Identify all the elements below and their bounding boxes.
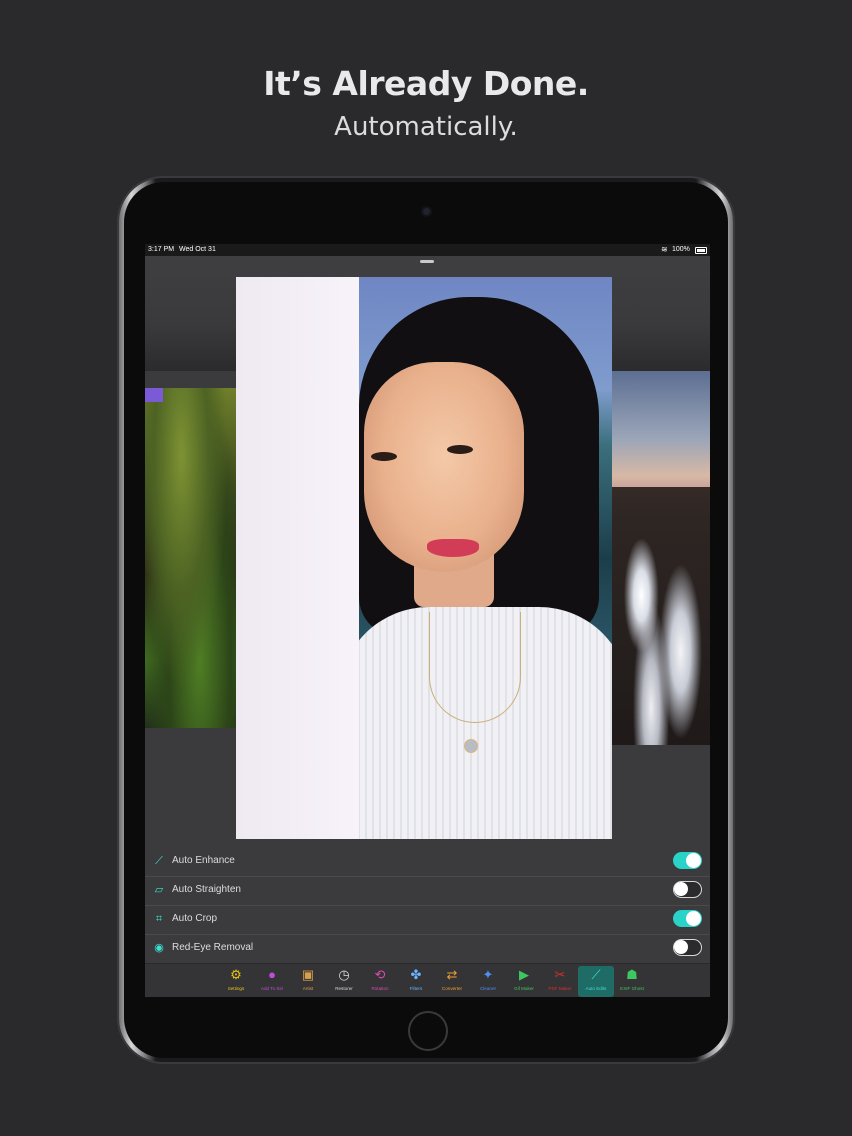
tool-add-to-siri[interactable]: ● Add To Siri: [254, 966, 290, 997]
auto-edit-options: ⟋ Auto Enhance ▱ Auto Straighten ⌗ Auto Crop ◉…: [145, 847, 710, 964]
toggle-knob: [674, 940, 688, 954]
option-toggle[interactable]: [673, 852, 702, 869]
tool-label: Restorer: [335, 986, 353, 991]
option-label: Auto Crop: [172, 913, 218, 924]
toggle-knob: [686, 853, 701, 868]
status-date: Wed Oct 31: [179, 246, 216, 253]
status-time: 3:17 PM: [148, 246, 175, 253]
tool-label: Rotation: [371, 986, 389, 991]
home-button[interactable]: [408, 1011, 448, 1051]
app-screen: 3:17 PM Wed Oct 31 ≋ 100% ⟋ Auto Enhance ▱…: [145, 244, 710, 997]
pdf-icon: ✂: [554, 967, 566, 982]
filters-icon: ✤: [410, 967, 422, 982]
tool-restorer[interactable]: ◷ Restorer: [326, 966, 362, 997]
tool-bar: ⚙ Settings ● Add To Siri ▣ Artist ◷ Restorer ⟲ Ro…: [145, 963, 710, 997]
tool-label: Settings: [227, 986, 245, 991]
tool-pdf-maker[interactable]: ✂ PDF Maker: [542, 966, 578, 997]
option-toggle[interactable]: [673, 939, 702, 956]
option-row: ⟋ Auto Enhance: [145, 847, 710, 877]
option-label: Auto Enhance: [172, 855, 235, 866]
front-camera: [423, 208, 430, 215]
magic-wand-icon: ⟋: [155, 855, 163, 867]
tool-gif-maker[interactable]: ▶ Gif Maker: [506, 966, 542, 997]
battery-icon: [695, 247, 707, 254]
headline: It’s Already Done.: [263, 64, 589, 103]
option-row: ⌗ Auto Crop: [145, 905, 710, 935]
tool-label: Add To Siri: [260, 986, 284, 991]
battery-percent: 100%: [672, 246, 690, 253]
tool-label: Cleaner: [479, 986, 497, 991]
toggle-knob: [686, 911, 701, 926]
clock-icon: ◷: [338, 967, 350, 982]
artist-icon: ▣: [301, 967, 315, 982]
straighten-icon: ▱: [154, 884, 164, 896]
wifi-icon: ≋: [661, 245, 668, 254]
sheet-grabber[interactable]: [420, 260, 434, 263]
option-toggle[interactable]: [673, 910, 702, 927]
toggle-knob: [674, 882, 688, 896]
tool-artist[interactable]: ▣ Artist: [290, 966, 326, 997]
photo-preview[interactable]: [236, 277, 612, 839]
ghost-icon: ☗: [626, 967, 638, 982]
tool-auto-edits[interactable]: ⟋ Auto Edits: [578, 966, 614, 997]
photo-carousel-prev[interactable]: [145, 388, 236, 728]
option-label: Red-Eye Removal: [172, 942, 254, 953]
tool-exif-ghost[interactable]: ☗ EXIF Ghost: [614, 966, 650, 997]
tool-filters[interactable]: ✤ Filters: [398, 966, 434, 997]
tool-cleaner[interactable]: ✦ Cleaner: [470, 966, 506, 997]
crop-icon: ⌗: [155, 913, 163, 925]
option-row: ▱ Auto Straighten: [145, 876, 710, 906]
tool-converter[interactable]: ⇄ Converter: [434, 966, 470, 997]
gif-icon: ▶: [519, 967, 529, 982]
cleaner-icon: ✦: [482, 967, 494, 982]
converter-icon: ⇄: [446, 967, 458, 982]
magic-wand-icon: ⟋: [591, 967, 601, 982]
tool-label: Auto Edits: [585, 986, 607, 991]
photo-crop-margin: [236, 277, 359, 839]
option-row: ◉ Red-Eye Removal: [145, 934, 710, 964]
tool-settings[interactable]: ⚙ Settings: [218, 966, 254, 997]
tool-label: Converter: [441, 986, 463, 991]
tool-label: Gif Maker: [514, 986, 534, 991]
tool-label: PDF Maker: [548, 986, 572, 991]
photo-carousel-next[interactable]: [612, 371, 710, 745]
tool-label: Artist: [302, 986, 314, 991]
option-toggle[interactable]: [673, 881, 702, 898]
tool-rotation[interactable]: ⟲ Rotation: [362, 966, 398, 997]
status-bar: 3:17 PM Wed Oct 31 ≋ 100%: [145, 244, 710, 256]
portrait-image: [359, 277, 612, 839]
gear-icon: ⚙: [230, 967, 242, 982]
tool-label: Filters: [409, 986, 423, 991]
siri-icon: ●: [268, 967, 276, 982]
tool-label: EXIF Ghost: [620, 986, 644, 991]
rotate-icon: ⟲: [374, 967, 386, 982]
subheadline: Automatically.: [334, 112, 518, 142]
option-label: Auto Straighten: [172, 884, 241, 895]
eye-icon: ◉: [154, 942, 164, 954]
